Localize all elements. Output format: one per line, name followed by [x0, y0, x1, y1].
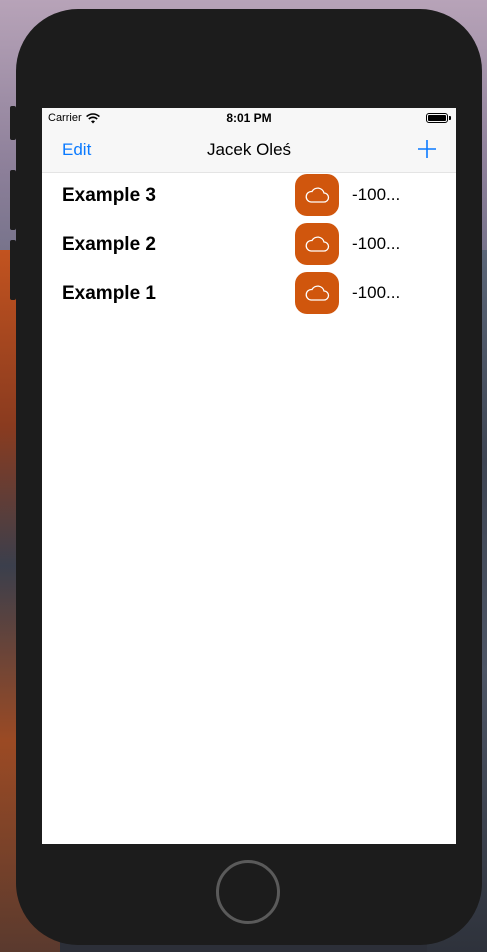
list-item-value: -100...	[352, 234, 401, 253]
status-bar: Carrier 8:01 PM	[42, 108, 456, 128]
plus-icon[interactable]	[416, 138, 438, 160]
battery-icon	[426, 113, 451, 123]
list-item-value: -100...	[352, 283, 401, 302]
list-item-title: Example 3	[62, 185, 156, 206]
app-screen: Carrier 8:01 PM Edit Jacek Oleś Example …	[42, 108, 456, 844]
cloud-icon	[295, 272, 339, 314]
list-item[interactable]: Example 2 -100...	[42, 221, 456, 270]
item-list: Example 3 -100... Example 2 -100... Exam…	[42, 172, 456, 319]
cloud-icon	[295, 223, 339, 265]
list-item[interactable]: Example 3 -100...	[42, 172, 456, 221]
list-item-value: -100...	[352, 185, 401, 204]
cloud-icon	[295, 174, 339, 216]
home-button[interactable]	[216, 860, 280, 924]
list-item[interactable]: Example 1 -100...	[42, 270, 456, 319]
page-title: Jacek Oleś	[206, 140, 292, 159]
list-item-title: Example 2	[62, 234, 156, 255]
status-time: 8:01 PM	[226, 111, 272, 125]
navigation-bar: Edit Jacek Oleś	[42, 128, 456, 173]
list-item-title: Example 1	[62, 283, 156, 304]
